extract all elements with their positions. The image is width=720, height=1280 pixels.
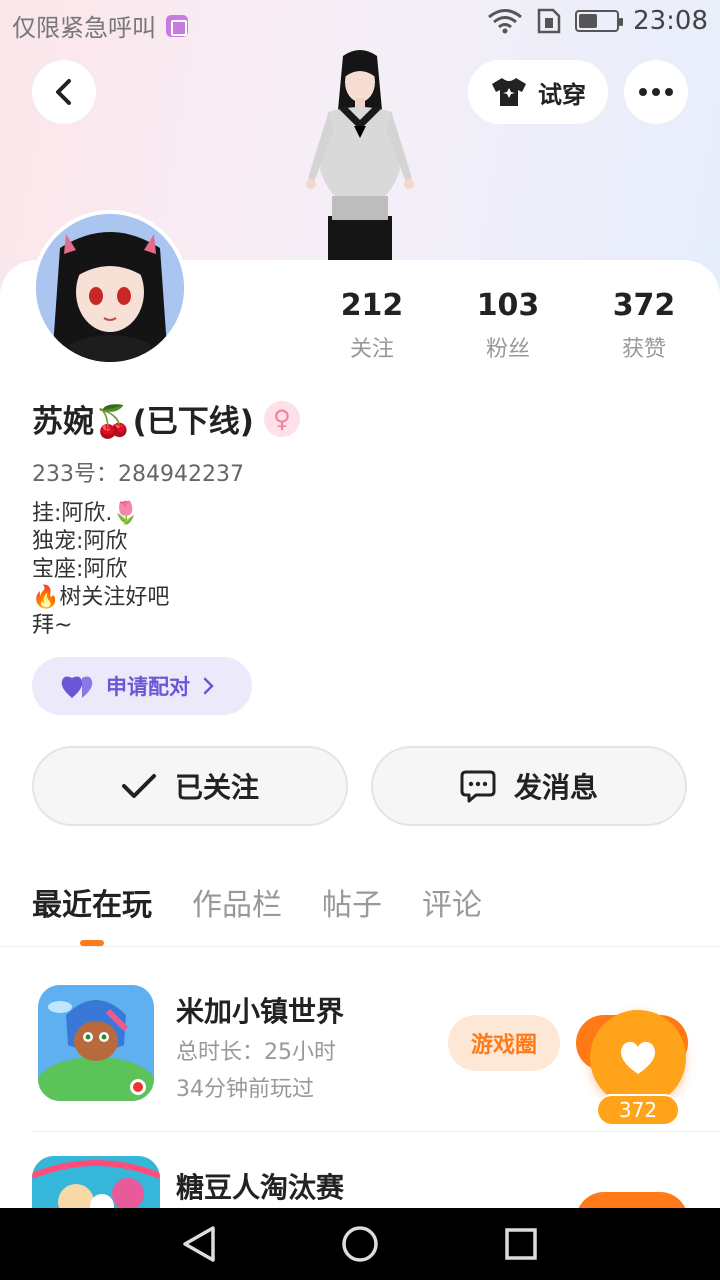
like-button[interactable] — [590, 1010, 686, 1106]
apply-pair-label: 申请配对 — [106, 675, 190, 699]
more-dots-icon — [639, 88, 673, 96]
nav-home-icon[interactable] — [340, 1224, 380, 1264]
tab-posts[interactable]: 帖子 — [322, 880, 382, 924]
row-divider — [32, 1131, 720, 1132]
stat-followers[interactable]: 103 粉丝 — [448, 288, 568, 363]
sim-card-icon — [537, 8, 561, 34]
apply-pair-button[interactable]: 申请配对 — [32, 657, 252, 715]
chevron-right-icon — [203, 677, 214, 695]
chat-bubble-icon — [460, 770, 496, 803]
check-icon — [121, 774, 156, 798]
bio-line: 挂:阿欣.🌷 — [32, 501, 140, 526]
back-button[interactable] — [32, 60, 96, 124]
heart-icon — [620, 1041, 656, 1074]
tab-comments[interactable]: 评论 — [422, 880, 482, 924]
likes-label: 获赞 — [621, 337, 666, 362]
send-message-button[interactable]: 发消息 — [371, 746, 687, 826]
game-circle-button[interactable]: 游戏圈 — [448, 1015, 560, 1071]
avatar[interactable] — [32, 210, 188, 366]
image-notification-icon — [166, 14, 188, 37]
status-right: 23:08 — [487, 6, 708, 36]
game-icon-image — [38, 985, 154, 1101]
system-nav-bar — [0, 1208, 720, 1280]
status-bar: 仅限紧急呼叫 23:08 — [0, 0, 720, 48]
name-row: 苏婉🍒(已下线) ♀ — [32, 396, 300, 441]
female-icon: ♀ — [263, 400, 300, 437]
character-figure — [306, 50, 414, 260]
heart-pair-icon — [61, 676, 93, 698]
tshirt-icon — [492, 78, 526, 106]
profile-name: 苏婉🍒(已下线) — [32, 404, 254, 440]
battery-icon — [575, 10, 624, 32]
following-count: 212 — [340, 288, 404, 323]
tab-works[interactable]: 作品栏 — [192, 880, 282, 924]
game-title[interactable]: 糖豆人淘汰赛 — [176, 1166, 344, 1206]
avatar-image — [36, 214, 184, 362]
status-left: 仅限紧急呼叫 — [12, 8, 188, 43]
followers-count: 103 — [476, 288, 540, 323]
followed-label: 已关注 — [174, 771, 259, 804]
send-message-label: 发消息 — [513, 771, 598, 804]
clock: 23:08 — [633, 6, 708, 36]
game-icon-image — [32, 1156, 160, 1208]
profile-tabs: 最近在玩 作品栏 帖子 评论 — [32, 880, 482, 924]
nav-back-icon[interactable] — [181, 1224, 217, 1264]
chevron-left-icon — [56, 79, 71, 105]
followed-button[interactable]: 已关注 — [32, 746, 348, 826]
bio-line: 🔥树关注好吧 — [32, 585, 170, 610]
tab-recently-played[interactable]: 最近在玩 — [32, 880, 152, 924]
bio-line: 宝座:阿欣 — [32, 557, 128, 582]
stat-likes[interactable]: 372 获赞 — [584, 288, 704, 363]
wifi-icon — [488, 9, 523, 34]
game-icon-miga-town[interactable] — [38, 985, 154, 1101]
stat-following[interactable]: 212 关注 — [312, 288, 432, 363]
try-on-label: 试穿 — [538, 80, 586, 109]
game-icon-fall-guys[interactable] — [32, 1156, 160, 1208]
tabs-divider — [0, 946, 720, 947]
like-count-badge: 372 — [596, 1094, 680, 1126]
try-on-button[interactable]: 试穿 — [468, 60, 608, 124]
bio: 挂:阿欣.🌷 独宠:阿欣 宝座:阿欣 🔥树关注好吧 拜~ — [32, 500, 169, 640]
likes-count: 372 — [612, 288, 676, 323]
user-id: 233号：284942237 — [32, 462, 244, 487]
more-button[interactable] — [624, 60, 688, 124]
game-duration: 总时长：25小时 — [176, 1040, 336, 1065]
nav-recents-icon[interactable] — [503, 1226, 539, 1262]
followers-label: 粉丝 — [485, 337, 530, 362]
game-last-played: 34分钟前玩过 — [176, 1077, 314, 1102]
following-label: 关注 — [349, 337, 394, 362]
bio-line: 拜~ — [32, 613, 73, 638]
game-title[interactable]: 米加小镇世界 — [176, 990, 344, 1030]
bio-line: 独宠:阿欣 — [32, 529, 128, 554]
carrier-text: 仅限紧急呼叫 — [12, 14, 156, 42]
